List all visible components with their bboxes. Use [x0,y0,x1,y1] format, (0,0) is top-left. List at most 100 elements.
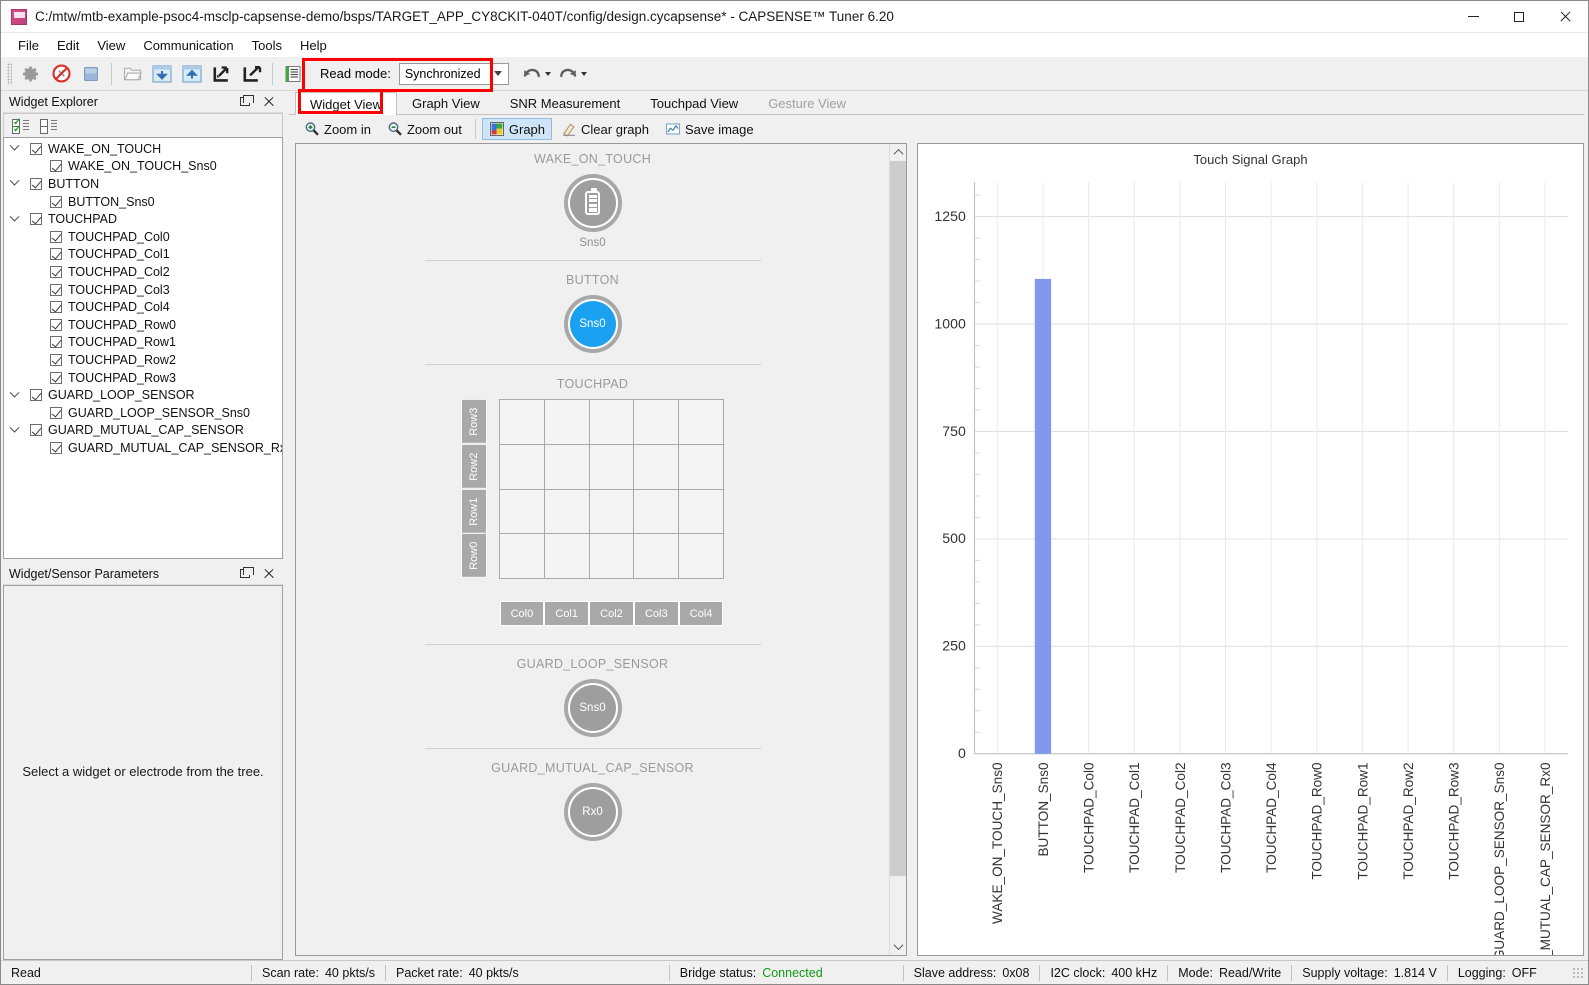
tree-item[interactable]: GUARD_MUTUAL_CAP_SENSOR_Rx0 [4,439,282,457]
maximize-button[interactable] [1496,1,1542,33]
touchpad-cell[interactable] [589,489,635,535]
clear-graph-button[interactable]: Clear graph [554,118,656,140]
touchpad-cell[interactable] [679,534,724,580]
tree-item-checkbox[interactable] [30,424,42,437]
tree-item-checkbox[interactable] [30,142,42,155]
zoom-out-button[interactable]: Zoom out [380,118,469,140]
scrollbar-thumb[interactable] [890,161,906,876]
tree-item[interactable]: TOUCHPAD_Col1 [4,246,282,264]
menu-tools[interactable]: Tools [243,35,291,56]
menu-communication[interactable]: Communication [134,35,242,56]
tree-item-checkbox[interactable] [50,230,62,243]
minimize-button[interactable] [1450,1,1496,33]
tree-item-checkbox[interactable] [50,318,62,331]
touch-signal-chart[interactable]: 0 250 500 750 1000 1250 WAKE_ON_TOUCH_Sns0 BUTT… [918,167,1583,956]
log-button[interactable] [278,60,308,88]
tree-item-checkbox[interactable] [50,248,62,261]
tree-item[interactable]: TOUCHPAD_Row2 [4,351,282,369]
tree-item[interactable]: TOUCHPAD [4,210,282,228]
touchpad-cell[interactable] [634,489,680,535]
sensor-guard-loop-sns0[interactable]: Sns0 [563,679,622,738]
apply-to-device-button[interactable] [147,60,177,88]
touchpad-cell[interactable] [679,444,724,490]
touchpad-cell[interactable] [544,400,590,445]
expand-toggle[interactable] [6,387,22,399]
menu-view[interactable]: View [88,35,134,56]
settings-button[interactable] [16,60,46,88]
tree-item-checkbox[interactable] [50,371,62,384]
touchpad-col-label[interactable]: Col0 [499,601,545,627]
tree-item-checkbox[interactable] [50,336,62,349]
zoom-in-button[interactable]: Zoom in [297,118,378,140]
check-all-button[interactable]: ✓ ✓ [12,117,30,134]
widget-params-close-button[interactable] [261,567,275,581]
touchpad-cell[interactable] [634,444,680,490]
touchpad-cell[interactable] [679,489,724,535]
tree-item[interactable]: WAKE_ON_TOUCH [4,140,282,158]
touchpad-cell[interactable] [544,489,590,535]
resize-grip[interactable] [1572,966,1584,979]
tree-item[interactable]: TOUCHPAD_Row0 [4,316,282,334]
tree-item[interactable]: BUTTON [4,175,282,193]
tree-item-checkbox[interactable] [50,283,62,296]
sensor-guard-mutual-rx0[interactable]: Rx0 [563,783,622,842]
expand-toggle[interactable] [6,176,22,187]
tree-item[interactable]: TOUCHPAD_Col4 [4,298,282,316]
scroll-up-button[interactable] [890,144,906,161]
apply-to-project-button[interactable] [177,60,207,88]
graph-toggle-button[interactable]: Graph [481,118,553,140]
tab-snr-measurement[interactable]: SNR Measurement [494,91,636,114]
touchpad-row-label[interactable]: Row3 [461,399,487,444]
sensor-wake-on-touch-sns0[interactable] [563,174,622,232]
touchpad-cell[interactable] [634,534,680,580]
tree-item-checkbox[interactable] [50,265,62,278]
tab-widget-view[interactable]: Widget View [295,92,398,115]
tree-item[interactable]: TOUCHPAD_Row3 [4,369,282,387]
expand-toggle[interactable] [6,211,22,223]
export-button[interactable] [237,60,267,88]
touchpad-cell[interactable] [589,534,635,580]
tree-item[interactable]: GUARD_LOOP_SENSOR_Sns0 [4,404,282,422]
touchpad-cell[interactable] [544,534,590,580]
uncheck-all-button[interactable] [40,118,58,134]
tree-item[interactable]: TOUCHPAD_Col3 [4,281,282,299]
touchpad-col-label[interactable]: Col2 [589,601,634,627]
scroll-down-button[interactable] [890,938,906,955]
widget-explorer-tree[interactable]: WAKE_ON_TOUCH WAKE_ON_TOUCH_Sns0 BUTTON BUT… [3,137,283,559]
scrollbar-track[interactable] [890,161,906,938]
close-button[interactable] [1542,1,1588,33]
touchpad-cell[interactable] [634,400,680,445]
toolbar-grip[interactable] [7,62,12,85]
tree-item[interactable]: TOUCHPAD_Col2 [4,263,282,281]
touchpad-cell[interactable] [679,400,724,445]
undo-button[interactable] [519,62,553,86]
touchpad-grid[interactable] [499,399,724,580]
tree-item-checkbox[interactable] [50,195,62,208]
expand-toggle[interactable] [6,422,22,434]
tree-item[interactable]: TOUCHPAD_Row1 [4,334,282,352]
save-image-button[interactable]: Save image [658,118,761,140]
tree-item-checkbox[interactable] [50,441,62,454]
disconnect-button[interactable] [46,60,76,88]
tree-item-checkbox[interactable] [30,213,42,226]
touchpad-col-label[interactable]: Col3 [633,601,679,627]
tree-item-checkbox[interactable] [50,160,62,173]
menu-file[interactable]: File [9,35,48,56]
tree-item[interactable]: BUTTON_Sns0 [4,193,282,211]
widget-explorer-float-button[interactable] [238,95,254,109]
touchpad-col-label[interactable]: Col1 [544,601,590,627]
touchpad-cell[interactable] [544,444,590,490]
menu-edit[interactable]: Edit [48,35,88,56]
touchpad-col-label[interactable]: Col4 [678,601,724,627]
sensor-button-sns0[interactable]: Sns0 [563,295,622,353]
redo-button[interactable] [555,62,589,86]
tree-item-checkbox[interactable] [50,406,62,419]
tree-item[interactable]: TOUCHPAD_Col0 [4,228,282,246]
tree-item-checkbox[interactable] [30,177,42,190]
widget-view-scrollbar[interactable] [889,144,906,955]
widget-explorer-close-button[interactable] [261,95,275,109]
touchpad-row-label[interactable]: Row1 [461,488,487,534]
import-button[interactable] [207,60,237,88]
tree-item[interactable]: GUARD_LOOP_SENSOR [4,386,282,404]
stop-button[interactable] [76,60,106,88]
